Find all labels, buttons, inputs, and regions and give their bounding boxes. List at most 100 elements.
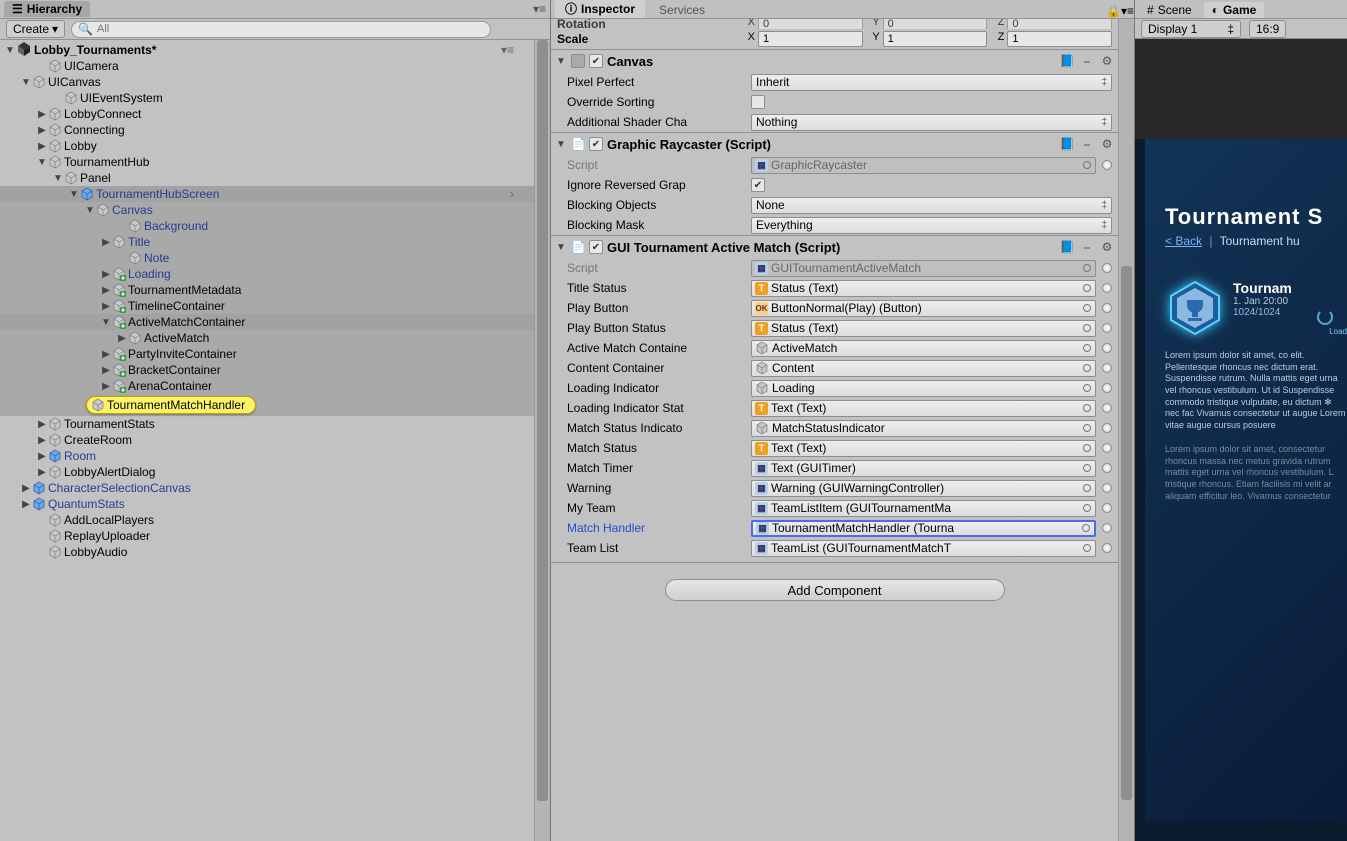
tree-item-tournamentmatchhandler[interactable]: TournamentMatchHandler: [0, 394, 534, 416]
lock-icon[interactable]: 🔒: [1106, 4, 1121, 18]
target-icon[interactable]: [1102, 483, 1112, 493]
help-icon[interactable]: 📘: [1060, 240, 1074, 254]
tree-item-tournamenthub[interactable]: ▼TournamentHub: [0, 154, 534, 170]
tree-item-tournamenthubscreen[interactable]: ▼TournamentHubScreen›: [0, 186, 534, 202]
tree-item-characterselectioncanvas[interactable]: ▶CharacterSelectionCanvas: [0, 480, 534, 496]
rot-z-field[interactable]: 0: [1007, 19, 1112, 29]
search-input[interactable]: [97, 23, 484, 35]
object-field[interactable]: MatchStatusIndicator: [751, 420, 1096, 437]
dropdown-icon[interactable]: ▾≡: [1121, 4, 1134, 18]
enabled-checkbox[interactable]: [589, 137, 603, 151]
fold-icon[interactable]: ▶: [100, 301, 112, 312]
fold-icon[interactable]: ▼: [4, 45, 16, 56]
target-icon[interactable]: [1102, 383, 1112, 393]
tree-item-panel[interactable]: ▼Panel: [0, 170, 534, 186]
fold-icon[interactable]: ▶: [100, 285, 112, 296]
object-field[interactable]: TStatus (Text): [751, 280, 1096, 297]
fold-icon[interactable]: ▶: [100, 349, 112, 360]
aspect-dropdown[interactable]: 16:9: [1249, 20, 1286, 38]
tree-item-activematch[interactable]: ▶ActiveMatch: [0, 330, 534, 346]
fold-icon[interactable]: ▼: [100, 317, 112, 328]
tree-item-timelinecontainer[interactable]: ▶TimelineContainer: [0, 298, 534, 314]
object-field[interactable]: ▦Warning (GUIWarningController): [751, 480, 1096, 497]
fold-icon[interactable]: ▶: [36, 125, 48, 136]
highlighted-node[interactable]: TournamentMatchHandler: [86, 396, 256, 414]
tree-item-title[interactable]: ▶Title: [0, 234, 534, 250]
fold-icon[interactable]: ▼: [555, 242, 567, 253]
gear-icon[interactable]: ⚙: [1100, 54, 1114, 68]
tree-item-tournamentmetadata[interactable]: ▶TournamentMetadata: [0, 282, 534, 298]
target-icon[interactable]: [1102, 463, 1112, 473]
target-icon[interactable]: [1102, 443, 1112, 453]
target-icon[interactable]: [1102, 423, 1112, 433]
shader-dropdown[interactable]: Nothing: [751, 114, 1112, 131]
inspector-scrollbar[interactable]: [1118, 19, 1134, 841]
fold-icon[interactable]: ▶: [100, 237, 112, 248]
tree-item-canvas[interactable]: ▼Canvas: [0, 202, 534, 218]
tree-item-tournamentstats[interactable]: ▶TournamentStats: [0, 416, 534, 432]
tab-services[interactable]: Services: [649, 2, 715, 18]
tree-item-note[interactable]: ▶Note: [0, 250, 534, 266]
object-field[interactable]: ▦TeamListItem (GUITournamentMa: [751, 500, 1096, 517]
target-icon[interactable]: [1102, 303, 1112, 313]
scene-row[interactable]: ▼ Lobby_Tournaments* ▾≡: [0, 42, 534, 58]
tree-item-lobbyaudio[interactable]: ▶LobbyAudio: [0, 544, 534, 560]
fold-icon[interactable]: ▼: [555, 56, 567, 67]
tree-item-partyinvitecontainer[interactable]: ▶PartyInviteContainer: [0, 346, 534, 362]
tree-item-connecting[interactable]: ▶Connecting: [0, 122, 534, 138]
target-icon[interactable]: [1102, 543, 1112, 553]
tree-item-uicanvas[interactable]: ▼UICanvas: [0, 74, 534, 90]
target-icon[interactable]: [1102, 503, 1112, 513]
hierarchy-tree[interactable]: ▼ Lobby_Tournaments* ▾≡ ▶UICamera ▼UICan…: [0, 40, 534, 841]
fold-icon[interactable]: ▶: [100, 381, 112, 392]
object-field[interactable]: TText (Text): [751, 440, 1096, 457]
fold-icon[interactable]: ▼: [20, 77, 32, 88]
ignore-reversed-checkbox[interactable]: [751, 178, 765, 192]
tree-item-uieventsystem[interactable]: ▶UIEventSystem: [0, 90, 534, 106]
rot-y-field[interactable]: 0: [883, 19, 988, 29]
object-field[interactable]: Content: [751, 360, 1096, 377]
pixel-perfect-dropdown[interactable]: Inherit: [751, 74, 1112, 91]
fold-icon[interactable]: ▼: [36, 157, 48, 168]
game-view[interactable]: Tournament S < Back | Tournament hu Tour…: [1135, 39, 1347, 841]
tree-item-loading[interactable]: ▶Loading: [0, 266, 534, 282]
object-field[interactable]: ActiveMatch: [751, 340, 1096, 357]
scrollbar-thumb[interactable]: [1121, 266, 1132, 800]
fold-icon[interactable]: ▶: [36, 419, 48, 430]
display-dropdown[interactable]: Display 1‡: [1141, 20, 1241, 38]
fold-icon[interactable]: ▶: [100, 365, 112, 376]
enabled-checkbox[interactable]: [589, 54, 603, 68]
preset-icon[interactable]: ⎯: [1080, 240, 1094, 254]
disabled-checkbox[interactable]: [571, 54, 585, 68]
preset-icon[interactable]: ⎯: [1080, 54, 1094, 68]
tree-item-bracketcontainer[interactable]: ▶BracketContainer: [0, 362, 534, 378]
tree-item-createroom[interactable]: ▶CreateRoom: [0, 432, 534, 448]
tree-item-uicamera[interactable]: ▶UICamera: [0, 58, 534, 74]
target-icon[interactable]: [1102, 523, 1112, 533]
scale-x-field[interactable]: 1: [758, 31, 863, 47]
tree-item-background[interactable]: ▶Background: [0, 218, 534, 234]
fold-icon[interactable]: ▶: [20, 499, 32, 510]
target-icon[interactable]: [1102, 343, 1112, 353]
fold-icon[interactable]: ▶: [36, 451, 48, 462]
target-icon[interactable]: [1102, 323, 1112, 333]
back-link[interactable]: < Back: [1165, 234, 1202, 248]
object-field[interactable]: TText (Text): [751, 400, 1096, 417]
fold-icon[interactable]: ▼: [555, 139, 567, 150]
tree-item-arenacontainer[interactable]: ▶ArenaContainer: [0, 378, 534, 394]
fold-icon[interactable]: ▶: [36, 109, 48, 120]
hierarchy-tab[interactable]: ☰ Hierarchy: [4, 1, 90, 17]
search-box[interactable]: 🔍: [71, 21, 491, 38]
target-icon[interactable]: [1102, 283, 1112, 293]
object-field[interactable]: OKButtonNormal(Play) (Button): [751, 300, 1096, 317]
tree-item-replayuploader[interactable]: ▶ReplayUploader: [0, 528, 534, 544]
help-icon[interactable]: 📘: [1060, 137, 1074, 151]
tree-item-activematchcontainer[interactable]: ▼ActiveMatchContainer: [0, 314, 534, 330]
prefab-open-icon[interactable]: ›: [510, 187, 514, 201]
fold-icon[interactable]: ▼: [84, 205, 96, 216]
tree-item-lobby[interactable]: ▶Lobby: [0, 138, 534, 154]
fold-icon[interactable]: ▶: [36, 141, 48, 152]
scrollbar-thumb[interactable]: [537, 40, 548, 801]
context-icon[interactable]: ▾≡: [501, 43, 514, 57]
scale-y-field[interactable]: 1: [883, 31, 988, 47]
